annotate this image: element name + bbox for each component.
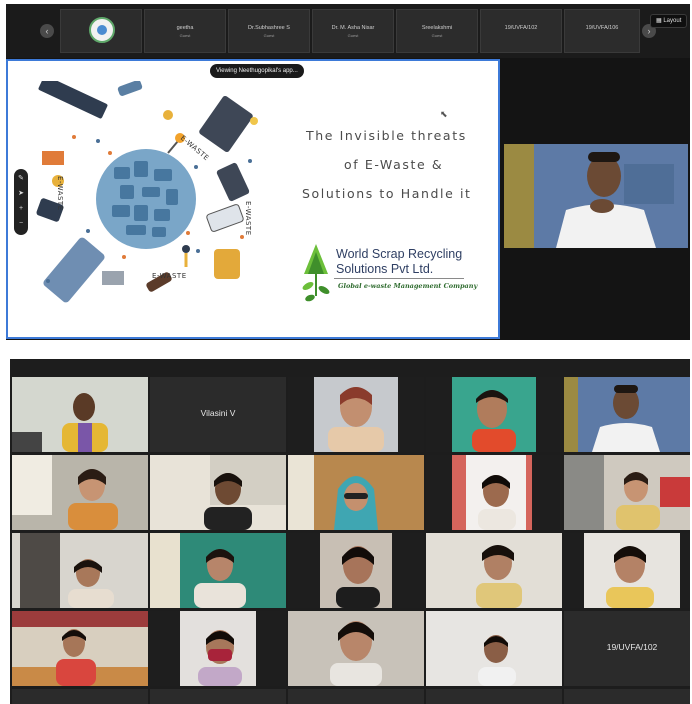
- pen-icon[interactable]: ✎: [17, 175, 25, 183]
- participant-video[interactable]: [288, 533, 424, 608]
- participant-video[interactable]: [12, 611, 148, 686]
- participant-tile-no-video[interactable]: Vilasini V: [150, 377, 286, 452]
- participant-video[interactable]: [426, 533, 562, 608]
- participant-thumb[interactable]: 19/UVFA/106: [564, 9, 640, 53]
- ewaste-illustration: [36, 81, 258, 303]
- company-tagline: Global e-waste Management Company: [338, 282, 478, 290]
- participant-video[interactable]: [150, 611, 286, 686]
- participant-name: geetha: [176, 25, 194, 31]
- slide-title-line-3: Solutions to Handle it: [302, 186, 472, 201]
- ewaste-tag: E-WASTE: [244, 201, 252, 236]
- annotation-toolbar: ✎ ➤ + −: [14, 169, 28, 235]
- participant-video[interactable]: [12, 689, 148, 704]
- participant-video[interactable]: [288, 455, 424, 530]
- speaker-video[interactable]: [504, 144, 688, 248]
- recycling-tree-logo-icon: [302, 244, 330, 302]
- participant-tile-no-video[interactable]: 19/UVFA/102: [564, 611, 690, 686]
- layout-button-label: Layout: [663, 18, 682, 24]
- participant-role: Guest: [263, 33, 275, 38]
- participant-thumb-logo[interactable]: [60, 9, 142, 53]
- participant-video[interactable]: [12, 377, 148, 452]
- participant-video[interactable]: [564, 455, 690, 530]
- divider: [334, 278, 464, 279]
- participant-video[interactable]: [12, 533, 148, 608]
- participant-name: Dr.Subhashree S: [248, 25, 290, 31]
- participant-name: 19/UVFA/102: [504, 25, 538, 31]
- participant-thumb[interactable]: 19/UVFA/102: [480, 9, 562, 53]
- participant-video[interactable]: [288, 689, 424, 704]
- participant-video[interactable]: [150, 455, 286, 530]
- participant-name: Vilasini V: [200, 408, 236, 418]
- slide-title-line-2: of E-Waste &: [344, 157, 444, 172]
- company-name-line-1: World Scrap Recycling: [336, 247, 463, 261]
- viewing-banner[interactable]: Viewing Neethugopikal's app...: [210, 64, 304, 78]
- participant-role: Guest: [179, 33, 191, 38]
- participant-video[interactable]: [288, 377, 424, 452]
- zoom-out-icon[interactable]: −: [17, 220, 25, 228]
- ewaste-tag: E-WASTE: [56, 176, 64, 211]
- slide-title-line-1: The Invisible threats: [306, 128, 467, 143]
- participant-thumb[interactable]: geetha Guest: [144, 9, 226, 53]
- participant-thumb[interactable]: Dr. M. Asha Nisar Guest: [312, 9, 394, 53]
- mouse-cursor-icon: ⬉: [440, 109, 448, 119]
- participant-video[interactable]: [150, 689, 286, 704]
- participant-role: Guest: [347, 33, 359, 38]
- participant-video[interactable]: [12, 455, 148, 530]
- ewaste-tag: E-WASTE: [152, 272, 187, 280]
- participant-video[interactable]: [426, 689, 562, 704]
- participant-name: 19/UVFA/102: [606, 642, 658, 652]
- participant-thumb[interactable]: Sreelakshmi Guest: [396, 9, 478, 53]
- participant-video[interactable]: [426, 377, 562, 452]
- shared-screen-meeting-view: ‹ geetha Guest Dr.Subhashree S Guest Dr.…: [6, 4, 690, 340]
- strip-prev-arrow-icon[interactable]: ‹: [40, 24, 54, 38]
- participant-video[interactable]: [150, 533, 286, 608]
- participant-role: Guest: [431, 33, 443, 38]
- zoom-in-icon[interactable]: +: [17, 205, 25, 213]
- layout-button[interactable]: ▦ Layout: [650, 14, 688, 28]
- participant-video[interactable]: [426, 455, 562, 530]
- pointer-icon[interactable]: ➤: [17, 190, 25, 198]
- participant-video[interactable]: [288, 611, 424, 686]
- participant-name: Dr. M. Asha Nisar: [331, 25, 375, 31]
- shared-slide: Viewing Neethugopikal's app... ✎ ➤ + − ⬉: [6, 59, 500, 339]
- participant-video[interactable]: [564, 689, 690, 704]
- participant-video[interactable]: [426, 611, 562, 686]
- participant-strip: ‹ geetha Guest Dr.Subhashree S Guest Dr.…: [6, 4, 690, 58]
- gallery-view: Vilasini V 19/UVFA/102: [10, 359, 690, 704]
- participant-video[interactable]: [564, 533, 690, 608]
- participant-video[interactable]: [564, 377, 690, 452]
- company-name-line-2: Solutions Pvt Ltd.: [336, 262, 434, 276]
- college-logo-icon: [89, 17, 115, 43]
- participant-thumb[interactable]: Dr.Subhashree S Guest: [228, 9, 310, 53]
- participant-name: 19/UVFA/106: [585, 25, 619, 31]
- participant-name: Sreelakshmi: [421, 25, 453, 31]
